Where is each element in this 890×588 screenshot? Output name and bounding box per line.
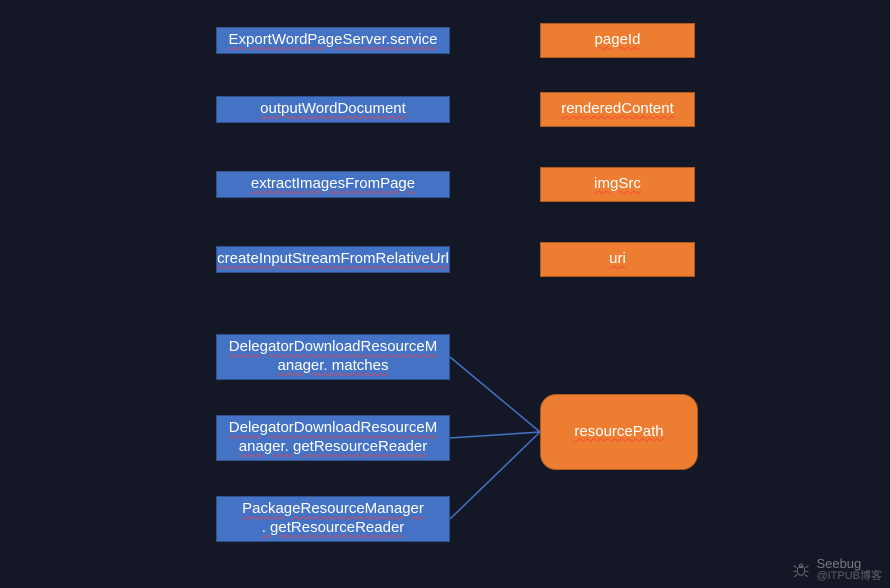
box-export-word-page-server: ExportWordPageServer.service xyxy=(216,27,450,54)
watermark-source: @ITPUB博客 xyxy=(816,571,882,582)
label: renderedContent xyxy=(561,100,674,119)
label: resourcePath xyxy=(574,423,663,442)
box-delegator-get-resource-reader: DelegatorDownloadResourceM anager. getRe… xyxy=(216,415,450,461)
watermark: Seebug @ITPUB博客 xyxy=(792,557,882,582)
watermark-text: Seebug @ITPUB博客 xyxy=(816,557,882,582)
box-delegator-matches: DelegatorDownloadResourceM anager. match… xyxy=(216,334,450,380)
flow-diagram: ExportWordPageServer.service pageId outp… xyxy=(0,0,890,588)
label-line2: anager. getResourceReader xyxy=(239,438,427,457)
box-uri: uri xyxy=(540,242,695,277)
box-resource-path: resourcePath xyxy=(540,394,698,470)
label-line2: anager. matches xyxy=(278,357,389,376)
watermark-brand: Seebug xyxy=(816,557,861,570)
label: ExportWordPageServer.service xyxy=(229,31,438,50)
label: createInputStreamFromRelativeUrl xyxy=(217,250,449,269)
label: uri xyxy=(609,250,626,269)
box-img-src: imgSrc xyxy=(540,167,695,202)
box-output-word-document: outputWordDocument xyxy=(216,96,450,123)
label-line2: . getResourceReader xyxy=(262,519,405,538)
box-rendered-content: renderedContent xyxy=(540,92,695,127)
label: pageId xyxy=(595,31,641,50)
label: extractImagesFromPage xyxy=(251,175,415,194)
label-line1: DelegatorDownloadResourceM xyxy=(229,338,437,357)
label: outputWordDocument xyxy=(260,100,406,119)
label: imgSrc xyxy=(594,175,641,194)
box-create-input-stream: createInputStreamFromRelativeUrl xyxy=(216,246,450,273)
box-package-resource-manager: PackageResourceManager . getResourceRead… xyxy=(216,496,450,542)
bug-icon xyxy=(792,561,810,579)
box-page-id: pageId xyxy=(540,23,695,58)
box-extract-images-from-page: extractImagesFromPage xyxy=(216,171,450,198)
label-line1: PackageResourceManager xyxy=(242,500,424,519)
label-line1: DelegatorDownloadResourceM xyxy=(229,419,437,438)
